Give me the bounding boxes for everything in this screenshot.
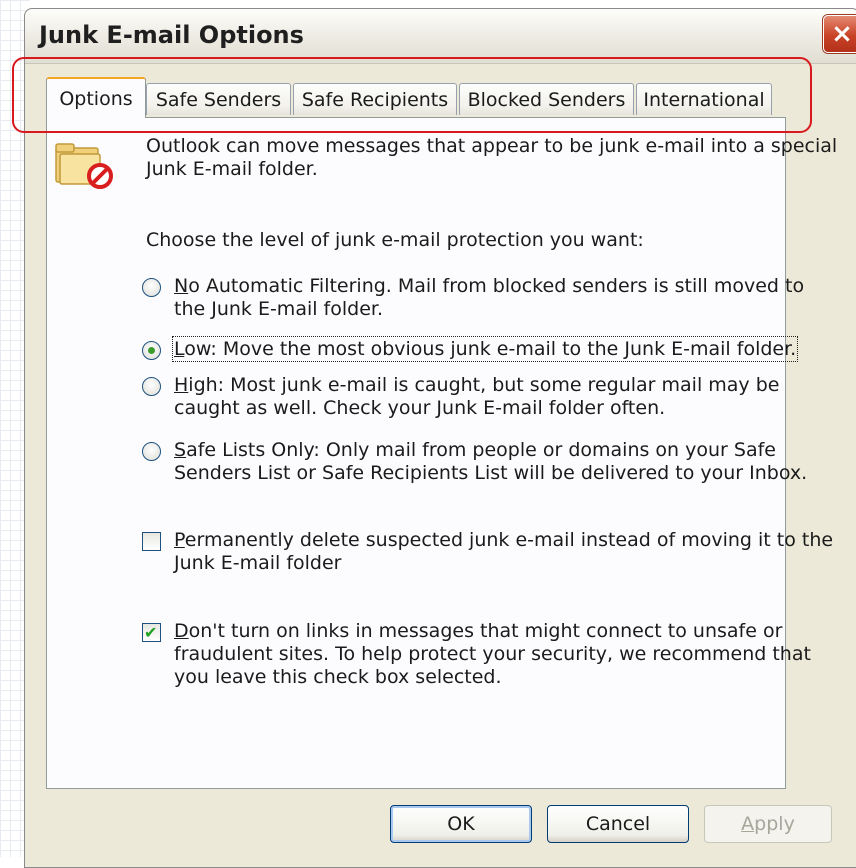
checkmark-icon: ✔ [144, 623, 158, 642]
intro-text: Outlook can move messages that appear to… [146, 135, 837, 181]
choose-level-label: Choose the level of junk e-mail protecti… [146, 229, 644, 251]
apply-label: Apply [741, 813, 795, 835]
label-line-2: fraudulent sites. To help protect your s… [174, 643, 811, 665]
junk-folder-icon [55, 143, 113, 189]
label-line-1: ermanently delete suspected junk e-mail … [184, 529, 834, 551]
title-bar[interactable]: Junk E-mail Options × [25, 9, 856, 64]
close-icon: × [831, 19, 853, 49]
tab-international[interactable]: International [636, 83, 772, 115]
access-key: H [174, 374, 189, 396]
tab-safe-recipients[interactable]: Safe Recipients [293, 83, 457, 115]
label-line-2: Junk E-mail folder [174, 552, 342, 574]
radio-low[interactable] [142, 341, 161, 360]
radio-no-automatic-filtering-label[interactable]: No Automatic Filtering. Mail from blocke… [174, 275, 804, 321]
intro-line-1: Outlook can move messages that appear to… [146, 135, 838, 157]
label-line-3: you leave this check box selected. [174, 666, 502, 688]
radio-high-label[interactable]: High: Most junk e-mail is caught, but so… [174, 374, 779, 420]
cancel-label: Cancel [585, 813, 651, 835]
label-line-1: igh: Most junk e-mail is caught, but som… [188, 374, 780, 396]
tab-label: International [643, 88, 765, 111]
radio-safe-lists-only-label[interactable]: Safe Lists Only: Only mail from people o… [174, 439, 807, 485]
radio-low-label[interactable]: Low: Move the most obvious junk e-mail t… [171, 336, 799, 362]
radio-high[interactable] [142, 377, 161, 396]
label-line-2: Senders List or Safe Recipients List wil… [174, 462, 808, 484]
access-key: N [174, 275, 189, 297]
cancel-button[interactable]: Cancel [547, 805, 689, 843]
intro-line-2: Junk E-mail folder. [146, 158, 318, 180]
access-key: A [741, 813, 755, 835]
checkbox-permanently-delete[interactable] [142, 532, 161, 551]
dialog-title: Junk E-mail Options [39, 21, 304, 49]
access-key: S [174, 439, 187, 461]
label-line-1: on't turn on links in messages that migh… [188, 620, 783, 642]
tab-blocked-senders[interactable]: Blocked Senders [459, 83, 634, 115]
focus-outline: Low: Move the most obvious junk e-mail t… [171, 336, 799, 362]
label-line-2: caught as well. Check your Junk E-mail f… [174, 397, 666, 419]
tab-options[interactable]: Options [46, 77, 146, 118]
tab-label: Options [59, 87, 133, 110]
label-line-1: o Automatic Filtering. Mail from blocked… [188, 275, 805, 297]
radio-no-automatic-filtering[interactable] [142, 278, 161, 297]
close-button[interactable]: × [823, 15, 856, 53]
apply-label-rest: pply [754, 813, 795, 835]
apply-button[interactable]: Apply [704, 805, 832, 843]
access-key: L [174, 338, 185, 360]
tab-safe-senders[interactable]: Safe Senders [146, 83, 291, 115]
access-key: D [174, 620, 189, 642]
access-key: P [174, 529, 185, 551]
checkbox-permanently-delete-label[interactable]: Permanently delete suspected junk e-mail… [174, 529, 833, 575]
label-line-2: the Junk E-mail folder. [174, 298, 384, 320]
ok-label: OK [447, 813, 475, 835]
label-line-1: ow: Move the most obvious junk e-mail to… [184, 338, 797, 360]
ok-button[interactable]: OK [390, 805, 532, 843]
checkbox-disable-links[interactable]: ✔ [142, 623, 161, 642]
tab-label: Blocked Senders [467, 88, 626, 111]
tab-label: Safe Recipients [301, 88, 449, 111]
checkbox-disable-links-label[interactable]: Don't turn on links in messages that mig… [174, 620, 811, 689]
label-line-1: afe Lists Only: Only mail from people or… [186, 439, 776, 461]
radio-safe-lists-only[interactable] [142, 442, 161, 461]
tab-label: Safe Senders [155, 88, 282, 111]
